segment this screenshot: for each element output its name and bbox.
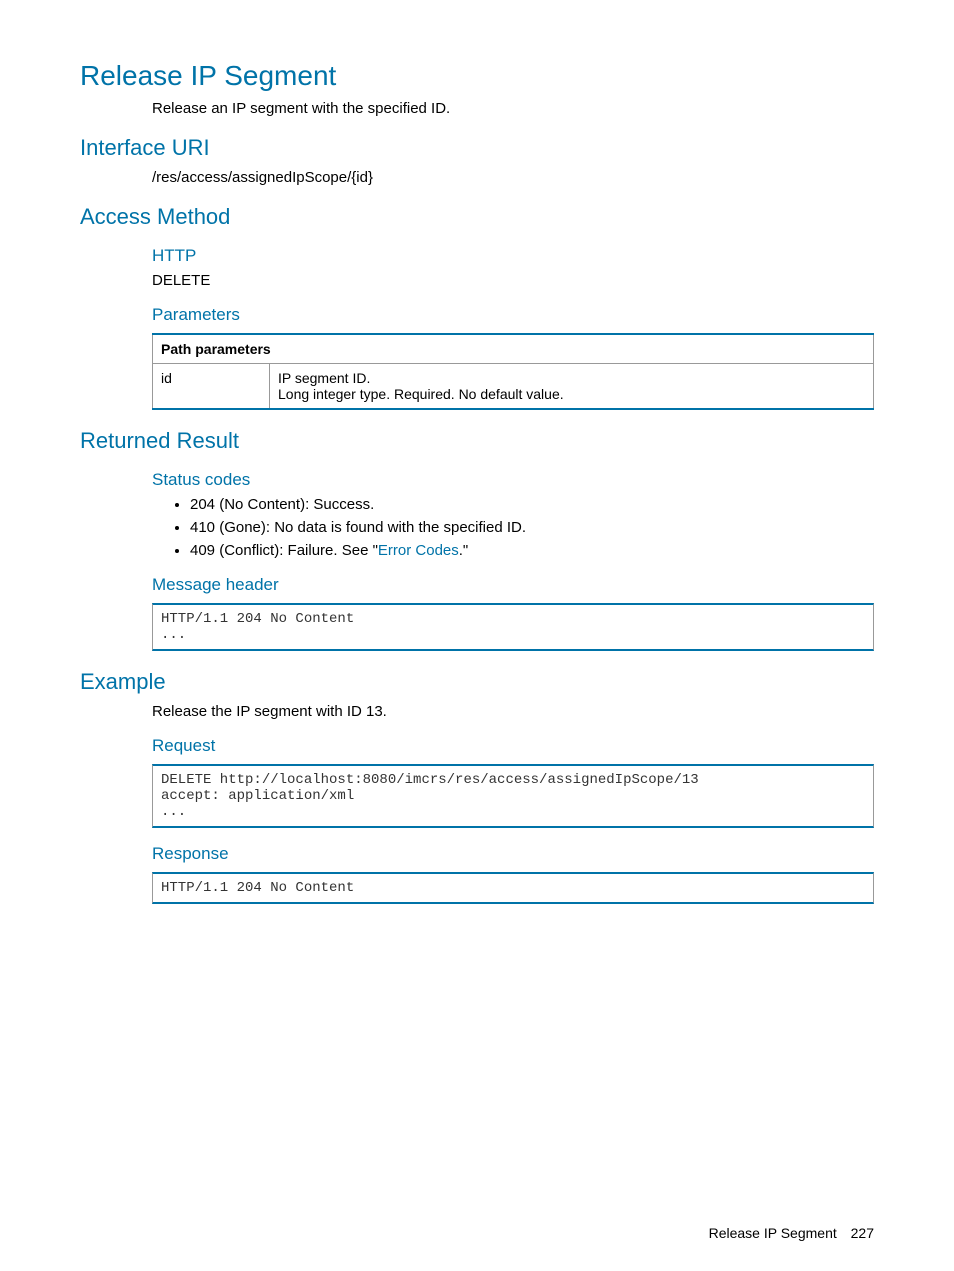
footer-page-number: 227 — [851, 1225, 874, 1241]
status-item: 204 (No Content): Success. — [190, 496, 874, 513]
http-value: DELETE — [152, 272, 874, 289]
param-desc-line2: Long integer type. Required. No default … — [278, 386, 564, 402]
status-item: 409 (Conflict): Failure. See "Error Code… — [190, 542, 874, 559]
section-access-method: Access Method — [80, 204, 874, 230]
status-codes-label: Status codes — [152, 470, 874, 490]
parameters-label: Parameters — [152, 305, 874, 325]
footer-title: Release IP Segment — [709, 1225, 837, 1241]
param-desc: IP segment ID. Long integer type. Requir… — [270, 364, 874, 410]
interface-uri-value: /res/access/assignedIpScope/{id} — [152, 169, 874, 186]
status3-pre: 409 (Conflict): Failure. See " — [190, 542, 378, 559]
status-item: 410 (Gone): No data is found with the sp… — [190, 519, 874, 536]
http-label: HTTP — [152, 246, 874, 266]
page-footer: Release IP Segment 227 — [709, 1225, 874, 1241]
intro-text: Release an IP segment with the specified… — [152, 100, 874, 117]
section-returned-result: Returned Result — [80, 428, 874, 454]
example-intro: Release the IP segment with ID 13. — [152, 703, 874, 720]
section-interface-uri: Interface URI — [80, 135, 874, 161]
message-header-code: HTTP/1.1 204 No Content ... — [152, 603, 874, 651]
status-codes-list: 204 (No Content): Success. 410 (Gone): N… — [170, 496, 874, 559]
path-params-table: Path parameters id IP segment ID. Long i… — [152, 333, 874, 410]
status3-post: ." — [459, 542, 469, 559]
message-header-label: Message header — [152, 575, 874, 595]
response-code: HTTP/1.1 204 No Content — [152, 872, 874, 904]
response-label: Response — [152, 844, 874, 864]
request-code: DELETE http://localhost:8080/imcrs/res/a… — [152, 764, 874, 828]
table-header: Path parameters — [153, 334, 874, 364]
page-title: Release IP Segment — [80, 60, 874, 92]
param-name: id — [153, 364, 270, 410]
table-row: id IP segment ID. Long integer type. Req… — [153, 364, 874, 410]
section-example: Example — [80, 669, 874, 695]
param-desc-line1: IP segment ID. — [278, 370, 370, 386]
request-label: Request — [152, 736, 874, 756]
error-codes-link[interactable]: Error Codes — [378, 542, 459, 559]
